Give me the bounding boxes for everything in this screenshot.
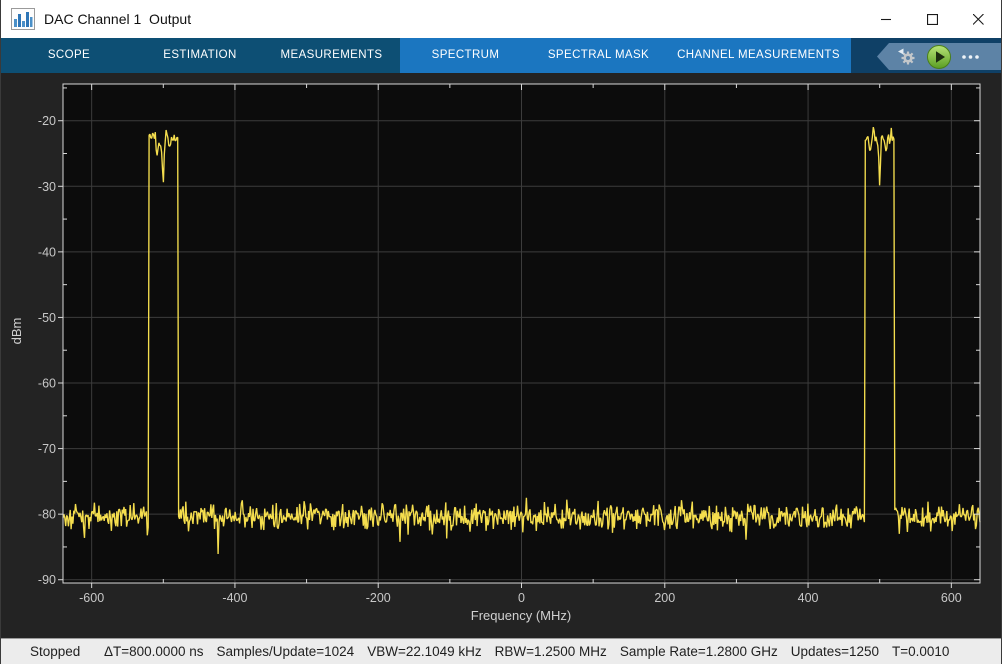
close-icon [973, 14, 984, 25]
x-tick-labels: -600 -400 -200 0 200 400 600 [79, 591, 962, 605]
titlebar: DAC Channel 1 Output [1, 0, 1001, 38]
run-play-button[interactable] [926, 44, 952, 70]
spectrum-bars-icon [11, 8, 35, 30]
status-item-delta-t: ΔT=800.0000 ns [104, 644, 203, 659]
close-button[interactable] [955, 0, 1001, 38]
tab-estimation[interactable]: ESTIMATION [137, 38, 263, 73]
x-axis-label: Frequency (MHz) [471, 608, 571, 623]
svg-text:-70: -70 [38, 442, 56, 456]
svg-text:-90: -90 [38, 573, 56, 587]
status-item-updates: Updates=1250 [791, 644, 879, 659]
settings-gear-icon[interactable] [897, 47, 917, 67]
svg-text:-30: -30 [38, 180, 56, 194]
quick-access-toolbar [877, 43, 1001, 70]
maximize-button[interactable] [909, 0, 955, 38]
spectrum-plot: -600 -400 -200 0 200 400 600 -20 -30 -40 -50 -60 -7… [1, 73, 1002, 638]
y-tick-labels: -20 -30 -40 -50 -60 -70 -80 -90 [38, 114, 56, 587]
tab-spectrum[interactable]: SPECTRUM [400, 38, 531, 73]
svg-text:200: 200 [654, 591, 675, 605]
status-state: Stopped [30, 644, 104, 659]
svg-text:-80: -80 [38, 508, 56, 522]
svg-text:-50: -50 [38, 311, 56, 325]
toolstrip-tabbar: SCOPE ESTIMATION MEASUREMENTS SPECTRUM S… [1, 38, 1001, 73]
minimize-button[interactable] [863, 0, 909, 38]
tab-measurements[interactable]: MEASUREMENTS [263, 38, 400, 73]
tab-scope[interactable]: SCOPE [1, 38, 137, 73]
svg-text:-200: -200 [366, 591, 391, 605]
spectrum-analyzer-window: DAC Channel 1 Output SCOP [0, 0, 1002, 664]
window-title: DAC Channel 1 Output [44, 11, 191, 27]
status-item-rbw: RBW=1.2500 MHz [495, 644, 607, 659]
status-item-samples: Samples/Update=1024 [216, 644, 354, 659]
svg-text:400: 400 [798, 591, 819, 605]
statusbar: Stopped ΔT=800.0000 ns Samples/Update=10… [1, 638, 1001, 664]
status-item-sample-rate: Sample Rate=1.2800 GHz [620, 644, 778, 659]
tab-channel-measurements[interactable]: CHANNEL MEASUREMENTS [666, 38, 851, 73]
svg-text:-20: -20 [38, 114, 56, 128]
y-axis-label: dBm [9, 318, 24, 345]
minimize-icon [881, 14, 892, 25]
plot-area[interactable]: -600 -400 -200 0 200 400 600 -20 -30 -40 -50 -60 -7… [1, 73, 1001, 638]
svg-text:-600: -600 [79, 591, 104, 605]
tab-spectral-mask[interactable]: SPECTRAL MASK [531, 38, 666, 73]
svg-text:600: 600 [941, 591, 962, 605]
svg-text:-60: -60 [38, 377, 56, 391]
maximize-icon [927, 14, 938, 25]
window-controls [863, 0, 1001, 38]
svg-text:-40: -40 [38, 245, 56, 259]
svg-text:0: 0 [518, 591, 525, 605]
svg-text:-400: -400 [222, 591, 247, 605]
status-item-time: T=0.0010 [892, 644, 949, 659]
status-item-vbw: VBW=22.1049 kHz [367, 644, 481, 659]
more-options-ellipsis[interactable] [961, 53, 981, 61]
